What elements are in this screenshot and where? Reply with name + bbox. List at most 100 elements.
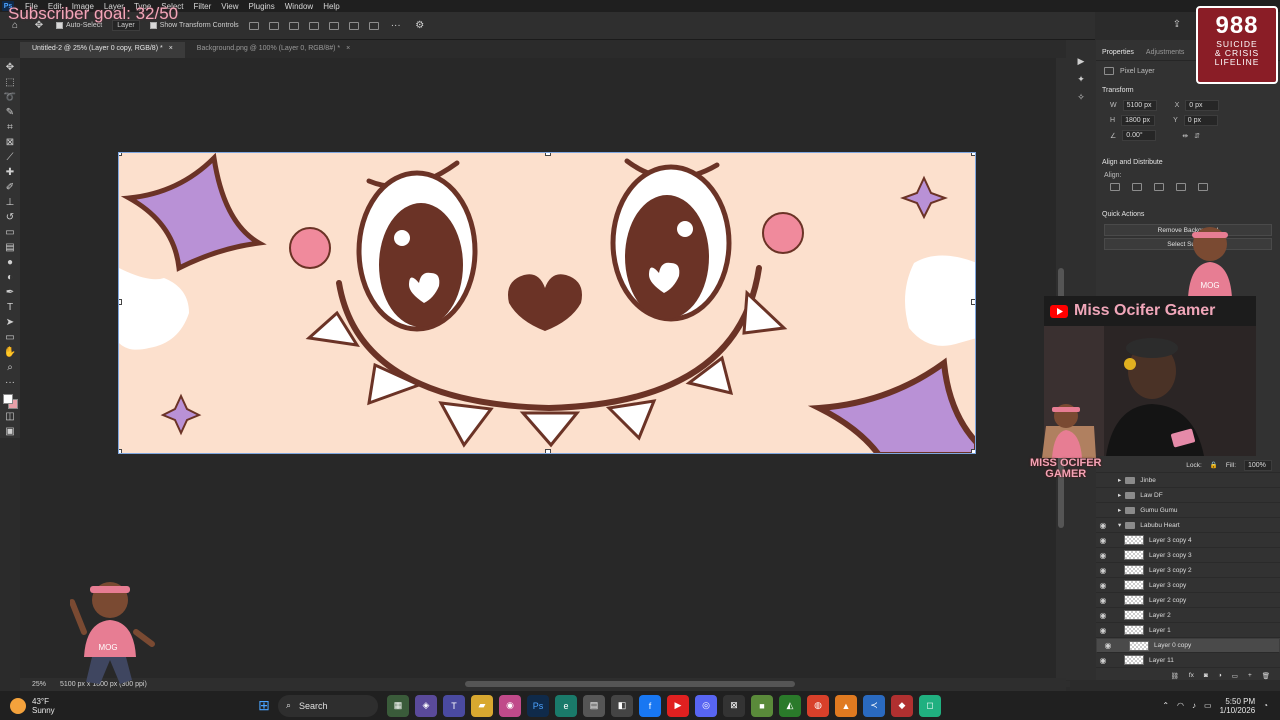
vscode-icon[interactable]: ≺ xyxy=(863,694,885,717)
shape-tool-icon[interactable]: ▭ xyxy=(3,332,17,344)
transform-handle[interactable] xyxy=(971,299,975,305)
transform-handle[interactable] xyxy=(545,153,551,156)
share-icon[interactable]: ⇪ xyxy=(1170,18,1184,32)
align-middle-icon[interactable] xyxy=(1198,183,1208,191)
teams-icon[interactable]: T xyxy=(443,694,465,717)
edge-icon[interactable]: e xyxy=(555,694,577,717)
properties-icon[interactable]: ✦ xyxy=(1077,74,1085,85)
transform-handle[interactable] xyxy=(119,153,122,156)
minecraft-icon[interactable]: ■ xyxy=(751,694,773,717)
distribute-icon[interactable] xyxy=(328,21,339,30)
align-top-icon[interactable] xyxy=(308,21,319,30)
stamp-tool-icon[interactable]: ⊥ xyxy=(3,197,17,209)
quick-select-tool-icon[interactable]: ✎ xyxy=(3,107,17,119)
eye-icon[interactable]: ◉ xyxy=(1096,626,1110,635)
search-box[interactable]: ⌕ Search xyxy=(278,694,378,717)
path-select-tool-icon[interactable]: ➤ xyxy=(3,317,17,329)
battery-icon[interactable]: ▭ xyxy=(1204,701,1212,710)
layer-row[interactable]: ◉ Layer 3 copy 3 xyxy=(1096,548,1280,563)
layer-row[interactable]: ◉ Layer 2 copy xyxy=(1096,593,1280,608)
notification-icon[interactable]: ◔ xyxy=(1263,701,1268,710)
color-swatches[interactable] xyxy=(2,392,18,410)
close-icon[interactable]: × xyxy=(169,45,173,58)
menu-view[interactable]: View xyxy=(216,2,243,11)
layer-row[interactable]: ▸ Gumu Gumu xyxy=(1096,503,1280,518)
lock-icon[interactable]: 🔒 xyxy=(1210,461,1218,469)
layer-row[interactable]: ▸ Law DF xyxy=(1096,488,1280,503)
eye-icon[interactable]: ◉ xyxy=(1096,581,1110,590)
new-group-icon[interactable]: ▭ xyxy=(1232,672,1238,680)
eye-icon[interactable]: ◉ xyxy=(1096,536,1110,545)
transform-handle[interactable] xyxy=(119,299,122,305)
app-icon[interactable]: ◻ xyxy=(919,694,941,717)
history-brush-tool-icon[interactable]: ↺ xyxy=(3,212,17,224)
adjustment-layer-icon[interactable]: ◑ xyxy=(1218,672,1222,679)
transform-section-title[interactable]: Transform xyxy=(1096,83,1280,98)
align-top-icon[interactable] xyxy=(1176,183,1186,191)
angle-field[interactable]: 0.00° xyxy=(1122,130,1157,141)
layer-row[interactable]: ◉ Layer 1 xyxy=(1096,623,1280,638)
hand-tool-icon[interactable]: ✋ xyxy=(3,347,17,359)
align-left-icon[interactable] xyxy=(248,21,259,30)
file-explorer-icon[interactable]: ▰ xyxy=(471,694,493,717)
flip-vertical-icon[interactable]: ⇵ xyxy=(1194,132,1200,140)
chevron-right-icon[interactable]: ▸ xyxy=(1118,506,1121,514)
app-icon[interactable]: ▲ xyxy=(835,694,857,717)
menu-help[interactable]: Help xyxy=(318,2,344,11)
eraser-tool-icon[interactable]: ▭ xyxy=(3,227,17,239)
trash-icon[interactable]: 🗑 xyxy=(1262,672,1270,680)
frame-tool-icon[interactable]: ⊠ xyxy=(3,137,17,149)
transform-handle[interactable] xyxy=(971,449,975,453)
facebook-icon[interactable]: f xyxy=(639,694,661,717)
tab-background-png[interactable]: Background.png @ 100% (Layer 0, RGB/8#) … xyxy=(185,42,362,58)
layer-row[interactable]: ◉ Layer 3 copy 2 xyxy=(1096,563,1280,578)
menu-plugins[interactable]: Plugins xyxy=(244,2,280,11)
dodge-tool-icon[interactable]: ◐ xyxy=(3,272,17,284)
play-icon[interactable]: ▶ xyxy=(1078,56,1085,67)
x-field[interactable]: 0 px xyxy=(1185,100,1220,111)
transform-handle[interactable] xyxy=(971,153,975,156)
blur-tool-icon[interactable]: ● xyxy=(3,257,17,269)
screen-mode-icon[interactable]: ▣ xyxy=(3,426,17,438)
eye-icon[interactable]: ◉ xyxy=(1101,641,1115,650)
y-field[interactable]: 0 px xyxy=(1183,115,1218,126)
align-center-icon[interactable] xyxy=(1132,183,1142,191)
eye-icon[interactable]: ◉ xyxy=(1096,521,1110,530)
start-icon[interactable]: ⊞ xyxy=(253,695,275,717)
layer-row[interactable]: ◉ Layer 0 copy xyxy=(1096,638,1280,653)
eyedropper-tool-icon[interactable]: ⟋ xyxy=(3,152,17,164)
copilot-icon[interactable]: ◈ xyxy=(415,694,437,717)
marquee-tool-icon[interactable]: ⬚ xyxy=(3,77,17,89)
tab-properties[interactable]: Properties xyxy=(1102,49,1134,56)
link-layers-icon[interactable]: ⛓ xyxy=(1171,672,1179,680)
pen-tool-icon[interactable]: ✒ xyxy=(3,287,17,299)
eye-icon[interactable]: ◉ xyxy=(1096,551,1110,560)
nvidia-icon[interactable]: ◭ xyxy=(779,694,801,717)
chevron-up-icon[interactable]: ⌃ xyxy=(1162,701,1169,710)
photoshop-taskbar-icon[interactable]: Ps xyxy=(527,694,549,717)
document-canvas[interactable] xyxy=(118,152,976,454)
eye-icon[interactable]: ◉ xyxy=(1096,611,1110,620)
eye-icon[interactable]: ◉ xyxy=(1096,656,1110,665)
widget-app-icon[interactable]: ▦ xyxy=(387,694,409,717)
healing-brush-tool-icon[interactable]: ✚ xyxy=(3,167,17,179)
flip-horizontal-icon[interactable]: ⇹ xyxy=(1182,132,1188,140)
close-icon[interactable]: × xyxy=(346,45,350,58)
tab-untitled-2[interactable]: Untitled-2 @ 25% (Layer 0 copy, RGB/8) *… xyxy=(20,42,185,58)
app-icon[interactable]: ⊠ xyxy=(723,694,745,717)
quick-mask-icon[interactable]: ◫ xyxy=(3,411,17,423)
align-middle-icon[interactable] xyxy=(348,21,359,30)
chevron-right-icon[interactable]: ▸ xyxy=(1118,491,1121,499)
type-tool-icon[interactable]: T xyxy=(3,302,17,314)
fx-icon[interactable]: fx xyxy=(1189,672,1194,679)
move-tool-icon[interactable]: ✥ xyxy=(3,62,17,74)
gear-icon[interactable]: ⚙ xyxy=(413,19,427,33)
mask-icon[interactable]: ◙ xyxy=(1204,672,1208,679)
layer-row[interactable]: ◉ Layer 3 copy 4 xyxy=(1096,533,1280,548)
adjustments-icon[interactable]: ✧ xyxy=(1077,92,1085,103)
width-field[interactable]: 5100 px xyxy=(1122,100,1157,111)
chevron-right-icon[interactable]: ▸ xyxy=(1118,476,1121,484)
more-options-icon[interactable]: ··· xyxy=(389,19,403,33)
align-right-icon[interactable] xyxy=(288,21,299,30)
layer-row[interactable]: ◉ Layer 3 copy xyxy=(1096,578,1280,593)
